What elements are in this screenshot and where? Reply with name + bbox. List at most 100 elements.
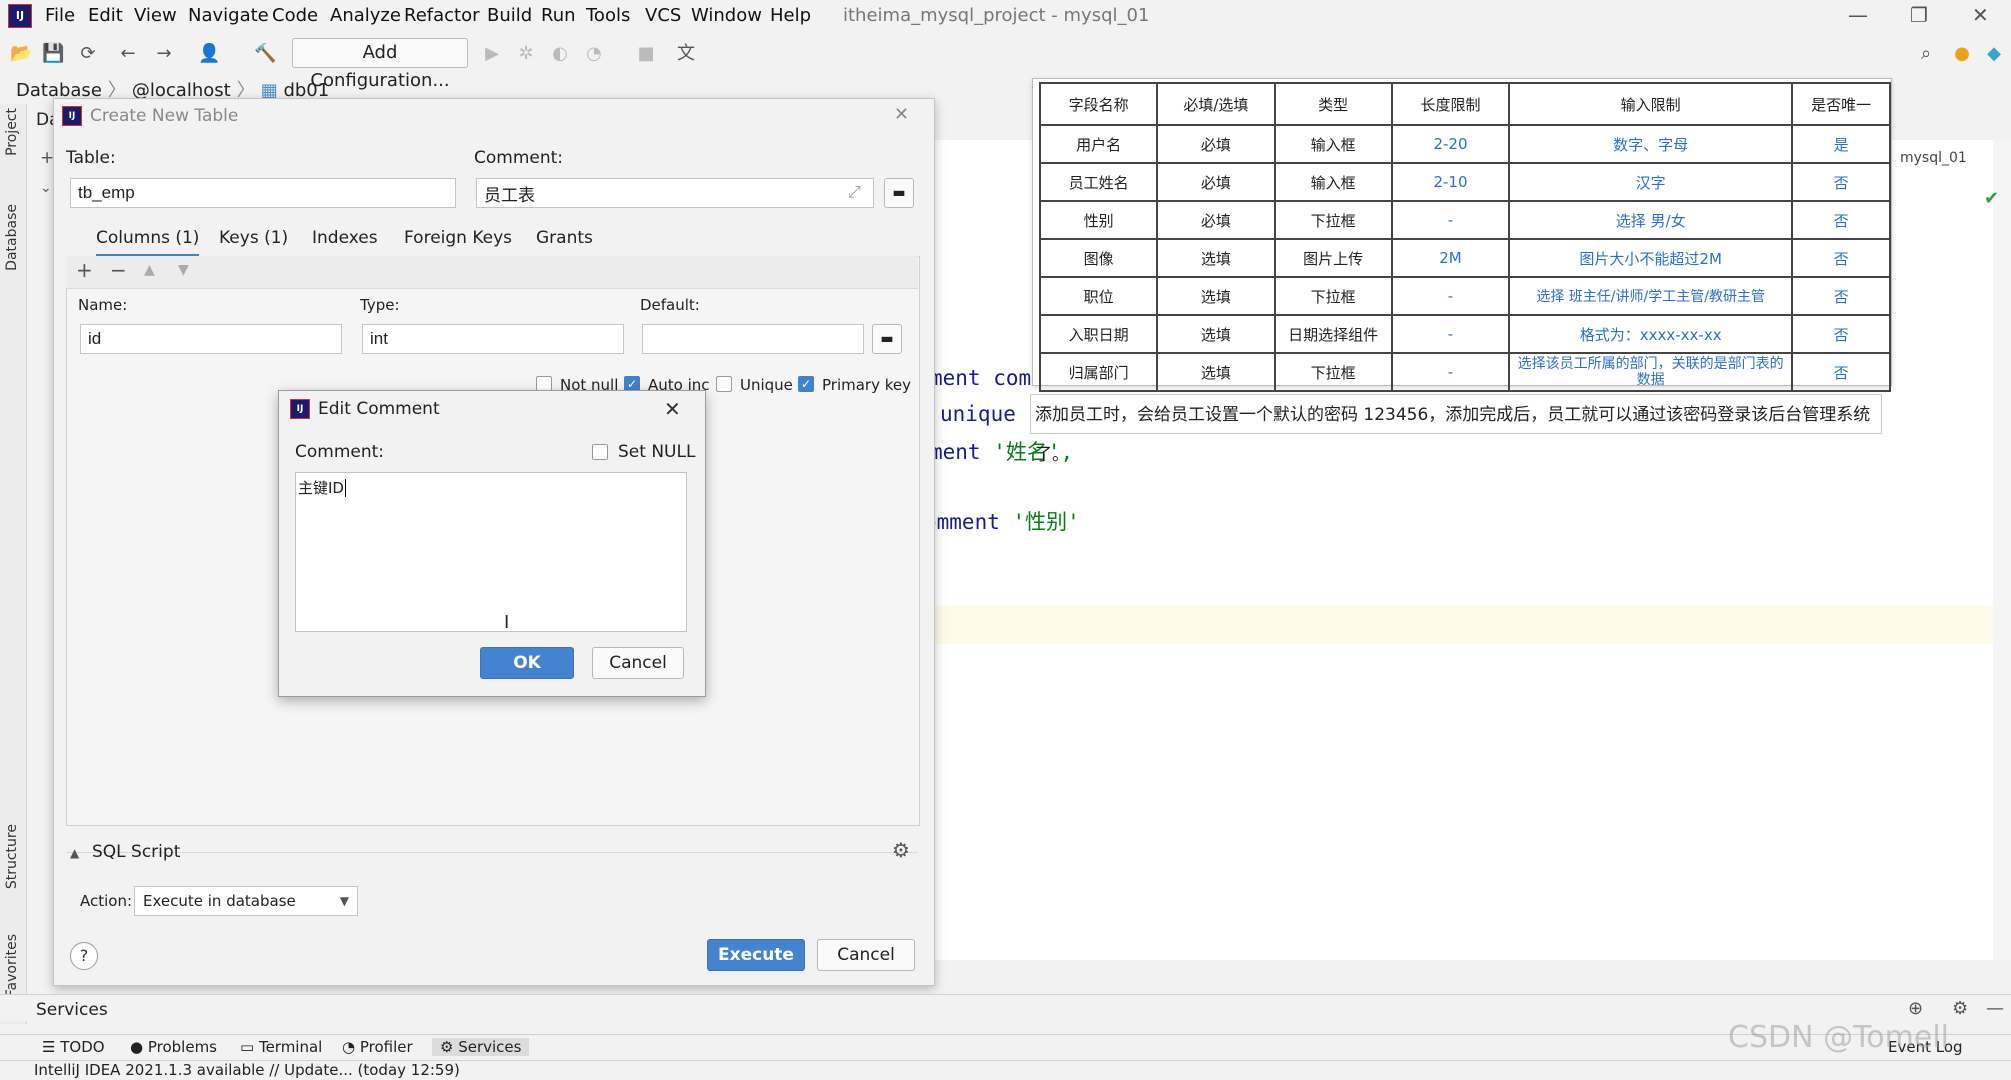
move-up-icon[interactable]: ▲ xyxy=(144,262,155,278)
run-icon[interactable]: ▶ xyxy=(482,44,502,64)
menu-analyze[interactable]: Analyze xyxy=(330,5,401,26)
default-editor-button[interactable]: ▬ xyxy=(872,324,902,354)
comment-editor-button[interactable]: ▬ xyxy=(884,178,914,208)
tab-indexes[interactable]: Indexes xyxy=(312,228,378,248)
favorites-tab[interactable]: Favorites xyxy=(4,934,20,997)
table-name-input[interactable] xyxy=(70,178,456,208)
move-down-icon[interactable]: ▼ xyxy=(178,262,189,278)
help-button[interactable]: ? xyxy=(70,942,98,970)
menu-navigate[interactable]: Navigate xyxy=(188,5,269,26)
settings-icon[interactable]: ⚙ xyxy=(1952,998,1968,1019)
menu-tools[interactable]: Tools xyxy=(586,5,630,26)
action-select[interactable]: Execute in database ▼ xyxy=(134,886,358,916)
execute-button[interactable]: Execute xyxy=(707,939,805,971)
datasource-selector[interactable]: mysql_01 xyxy=(1900,150,1967,166)
back-icon[interactable]: ← xyxy=(118,44,138,64)
action-label: Action: xyxy=(80,892,133,910)
tab-profiler[interactable]: ◔ Profiler xyxy=(342,1038,413,1056)
unique-label: Unique xyxy=(740,376,793,394)
column-default-input[interactable] xyxy=(642,324,864,354)
add-column-icon[interactable]: + xyxy=(76,258,93,282)
tab-grants[interactable]: Grants xyxy=(536,228,593,248)
action-select-value: Execute in database xyxy=(143,892,296,910)
columns-toolbar xyxy=(66,256,918,289)
set-null-label: Set NULL xyxy=(618,442,696,462)
code-line-2: unique xyxy=(940,402,1016,426)
sql-script-header[interactable]: SQL Script xyxy=(92,842,180,862)
user-icon[interactable]: 👤 xyxy=(198,44,220,64)
table-row: 职位 选填 下拉框 - 选择 班主任/讲师/学工主管/教研主管否 xyxy=(1038,276,1891,316)
forward-icon[interactable]: → xyxy=(154,44,174,64)
plugin-icon[interactable]: ◆ xyxy=(1984,44,2004,64)
cancel-button[interactable]: Cancel xyxy=(817,939,915,971)
build-hammer-icon[interactable]: 🔨 xyxy=(254,44,276,64)
add-configuration-button[interactable]: Add Configuration... xyxy=(292,38,468,91)
project-tab[interactable]: Project xyxy=(4,108,20,156)
menu-file[interactable]: File xyxy=(45,5,75,26)
primary-key-label: Primary key xyxy=(822,376,911,394)
menu-edit[interactable]: Edit xyxy=(88,5,123,26)
chevron-down-icon[interactable]: ⌄ xyxy=(40,180,52,196)
window-title: itheima_mysql_project - mysql_01 xyxy=(843,5,1150,26)
sync-icon[interactable]: ⟳ xyxy=(78,44,98,64)
menu-help[interactable]: Help xyxy=(770,5,811,26)
remove-column-icon[interactable]: − xyxy=(110,258,127,282)
set-null-checkbox[interactable] xyxy=(592,444,608,460)
tab-terminal[interactable]: ▭ Terminal xyxy=(240,1038,322,1056)
menu-window[interactable]: Window xyxy=(691,5,762,26)
close-icon[interactable]: ✕ xyxy=(664,397,681,421)
translate-icon[interactable]: 文 xyxy=(676,44,696,64)
collapse-icon[interactable]: ▲ xyxy=(70,846,79,860)
close-icon[interactable]: ✕ xyxy=(894,104,909,125)
structure-tab[interactable]: Structure xyxy=(4,824,20,889)
hide-icon[interactable]: — xyxy=(1986,998,2004,1019)
menu-run[interactable]: Run xyxy=(541,5,576,26)
menu-view[interactable]: View xyxy=(134,5,177,26)
edit-comment-cancel-button[interactable]: Cancel xyxy=(592,647,684,679)
menu-build[interactable]: Build xyxy=(487,5,532,26)
minimize-icon[interactable]: — xyxy=(1848,3,1868,27)
debug-icon[interactable]: ✲ xyxy=(516,44,536,64)
tab-services[interactable]: ⚙ Services xyxy=(432,1038,530,1056)
menu-code[interactable]: Code xyxy=(272,5,318,26)
ok-button[interactable]: OK xyxy=(480,647,574,679)
reference-note: 添加员工时，会给员工设置一个默认的密码 123456，添加完成后，员工就可以通过… xyxy=(1030,394,1882,465)
column-type-input[interactable] xyxy=(362,324,624,354)
unique-checkbox[interactable] xyxy=(716,376,732,392)
coverage-icon[interactable]: ◐ xyxy=(550,44,570,64)
menu-vcs[interactable]: VCS xyxy=(645,5,681,26)
reference-table-image: 字段名称 必填/选填 类型 长度限制 输入限制 是否唯一 用户名 必填 输入框 2-2… xyxy=(1032,78,1892,392)
status-text[interactable]: IntelliJ IDEA 2021.1.3 available // Upda… xyxy=(34,1061,460,1079)
close-window-icon[interactable]: ✕ xyxy=(1972,3,1989,27)
search-icon[interactable]: ⌕ xyxy=(1916,44,1936,64)
tab-columns[interactable]: Columns (1) xyxy=(96,228,200,257)
comment-text: 主键ID xyxy=(298,479,344,497)
code-line-1: ment com xyxy=(930,366,1032,390)
profile-icon[interactable]: ◔ xyxy=(584,44,604,64)
header-field: 字段名称 xyxy=(1038,82,1159,126)
tab-foreign-keys[interactable]: Foreign Keys xyxy=(404,228,512,248)
expand-icon[interactable]: ⤢ xyxy=(848,182,861,202)
stop-icon[interactable]: ■ xyxy=(636,44,656,64)
primary-key-checkbox[interactable]: ✓ xyxy=(798,376,814,392)
update-icon[interactable]: ● xyxy=(1952,44,1972,64)
app-logo-icon: IJ xyxy=(8,4,32,28)
database-tab[interactable]: Database xyxy=(4,204,20,271)
open-folder-icon[interactable]: 📂 xyxy=(10,44,32,64)
chevron-down-icon: ▼ xyxy=(339,894,349,908)
gear-icon[interactable]: ⚙ xyxy=(892,838,910,862)
menu-refactor[interactable]: Refactor xyxy=(404,5,480,26)
tab-keys[interactable]: Keys (1) xyxy=(219,228,288,248)
save-icon[interactable]: 💾 xyxy=(42,44,64,64)
tab-problems[interactable]: ● Problems xyxy=(130,1038,217,1056)
tab-todo[interactable]: ☰ TODO xyxy=(42,1038,105,1056)
terminal-icon: ▭ xyxy=(240,1038,259,1056)
table-comment-input[interactable] xyxy=(476,178,874,208)
comment-textarea[interactable]: 主键ID xyxy=(295,472,687,632)
editor-scrollbar[interactable] xyxy=(1993,140,2011,960)
column-name-input[interactable] xyxy=(80,324,342,354)
target-icon[interactable]: ⊕ xyxy=(1908,998,1923,1019)
default-label: Default: xyxy=(640,296,700,314)
restore-icon[interactable]: ❐ xyxy=(1910,3,1928,27)
services-title[interactable]: Services xyxy=(36,1000,108,1020)
